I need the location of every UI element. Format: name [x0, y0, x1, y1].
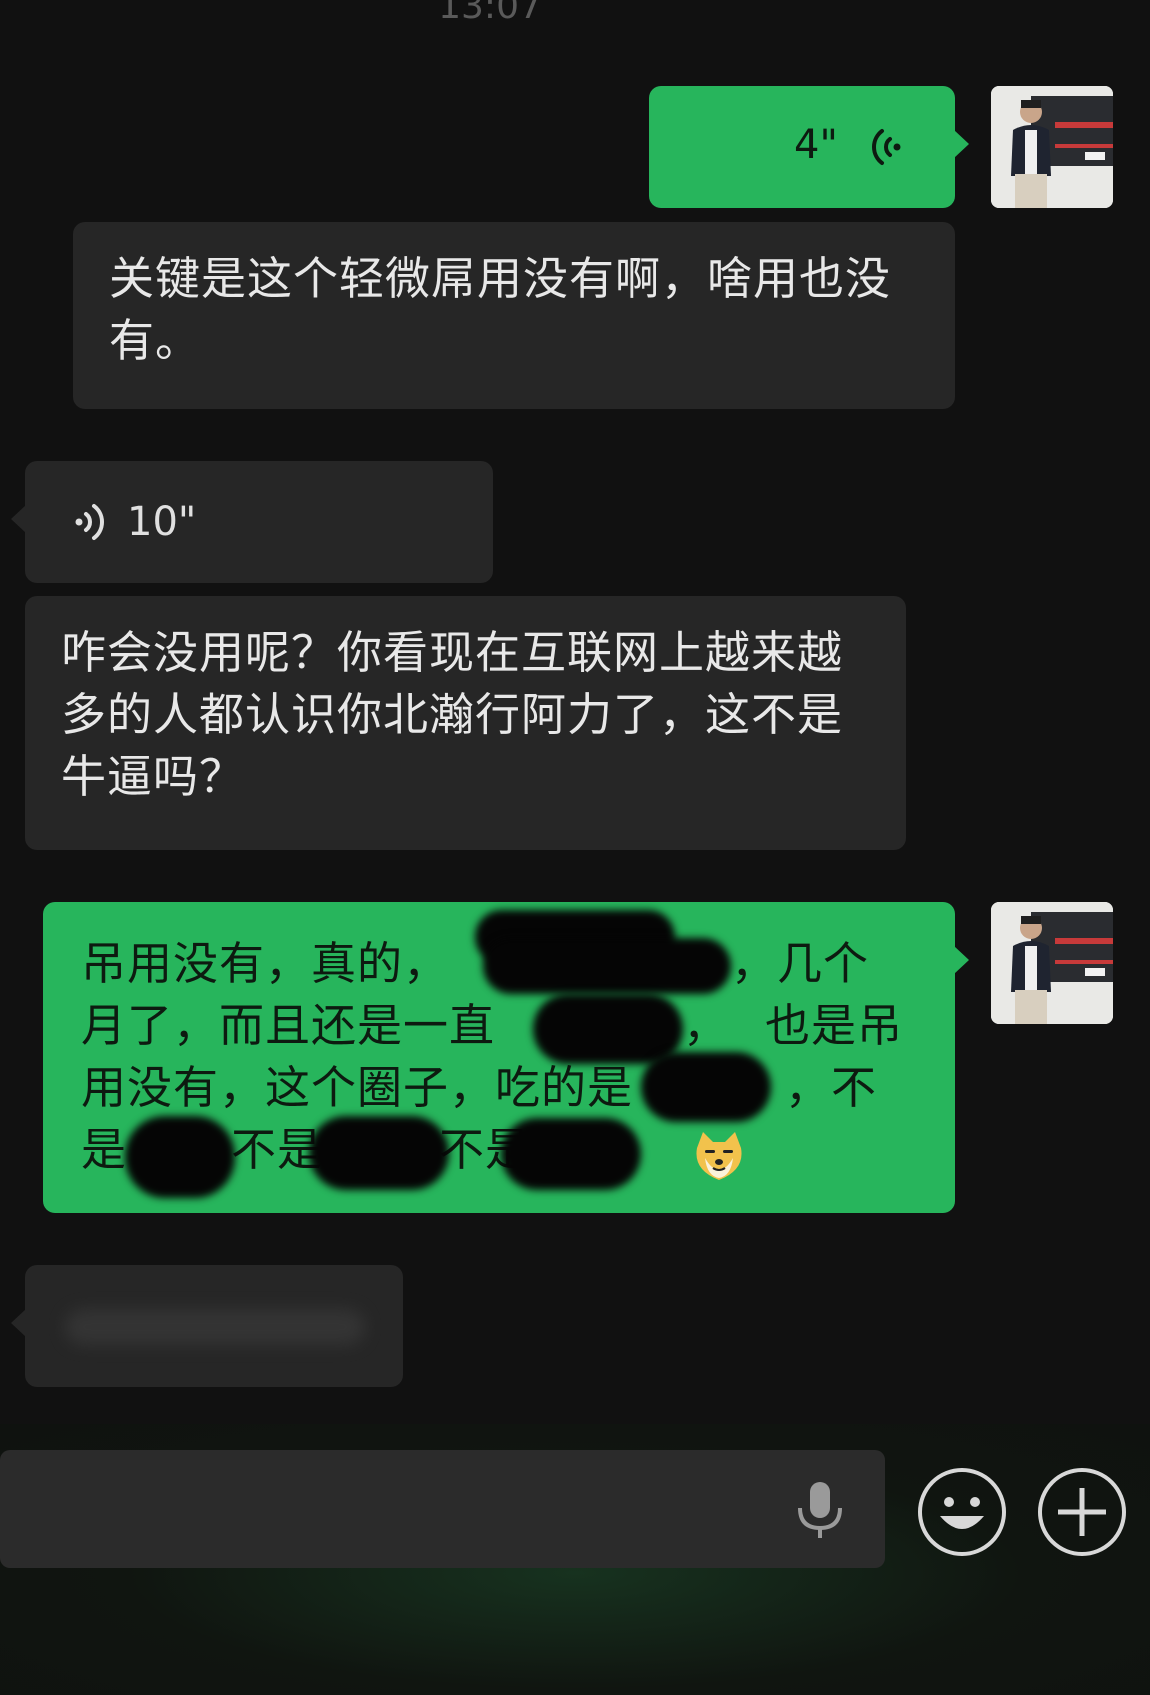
voice-message-received[interactable]: 10"	[11, 461, 493, 583]
voice-wave-icon	[872, 129, 901, 165]
message-fragment: 也是吊	[765, 999, 904, 1052]
voice-duration: 10"	[127, 499, 197, 545]
redaction-mark	[533, 994, 683, 1064]
voice-duration: 4"	[794, 122, 838, 168]
redaction-mark	[501, 1118, 641, 1190]
message-text-bubble[interactable]: 咋会没用呢？你看现在互联网上越来越多的人都认识你北瀚行阿力了，这不是牛逼吗？	[25, 596, 906, 850]
message-blurred-bubble[interactable]	[11, 1265, 403, 1387]
message-fragment: ，几个	[731, 937, 870, 990]
message-fragment: 用没有，这个圈子，吃的是	[81, 1061, 634, 1114]
more-button[interactable]	[1038, 1468, 1126, 1556]
doge-emoji-icon	[696, 1132, 742, 1180]
user-avatar[interactable]	[991, 86, 1113, 208]
message-text-bubble-sent[interactable]: 吊用没有，真的， ，几个 月了，而且还是一直 ， 也是吊 用没有，这个圈子，吃的…	[43, 902, 969, 1213]
redaction-mark	[125, 1116, 235, 1198]
redaction-mark	[641, 1052, 771, 1122]
microphone-icon[interactable]	[792, 1480, 848, 1540]
redaction-mark	[483, 938, 731, 994]
voice-message-sent[interactable]: 4"	[649, 86, 969, 208]
user-avatar[interactable]	[991, 902, 1113, 1024]
message-fragment: 是	[81, 1123, 128, 1176]
message-fragment: 月了，而且还是一直	[81, 999, 496, 1052]
emoji-button[interactable]	[918, 1468, 1006, 1556]
plus-icon	[1058, 1488, 1106, 1536]
message-text: 咋会没用呢？你看现在互联网上越来越多的人都认识你北瀚行阿力了，这不是牛逼吗？	[61, 626, 844, 803]
avatar-photo-icon	[991, 902, 1113, 1024]
message-fragment: 吊用没有，真的，	[81, 937, 450, 990]
message-text: 关键是这个轻微屌用没有啊，啥用也没有。	[109, 252, 892, 367]
message-input[interactable]	[0, 1450, 885, 1568]
blurred-content	[65, 1309, 365, 1345]
avatar-photo-icon	[991, 86, 1113, 208]
chat-timestamp: 13:07	[438, 0, 542, 27]
message-text-bubble[interactable]: 关键是这个轻微屌用没有啊，啥用也没有。	[73, 222, 955, 409]
smiley-icon	[940, 1497, 984, 1529]
redaction-mark	[309, 1116, 449, 1190]
message-fragment: ，不	[785, 1061, 878, 1114]
voice-wave-icon	[75, 504, 104, 540]
message-fragment: ，	[683, 999, 730, 1052]
